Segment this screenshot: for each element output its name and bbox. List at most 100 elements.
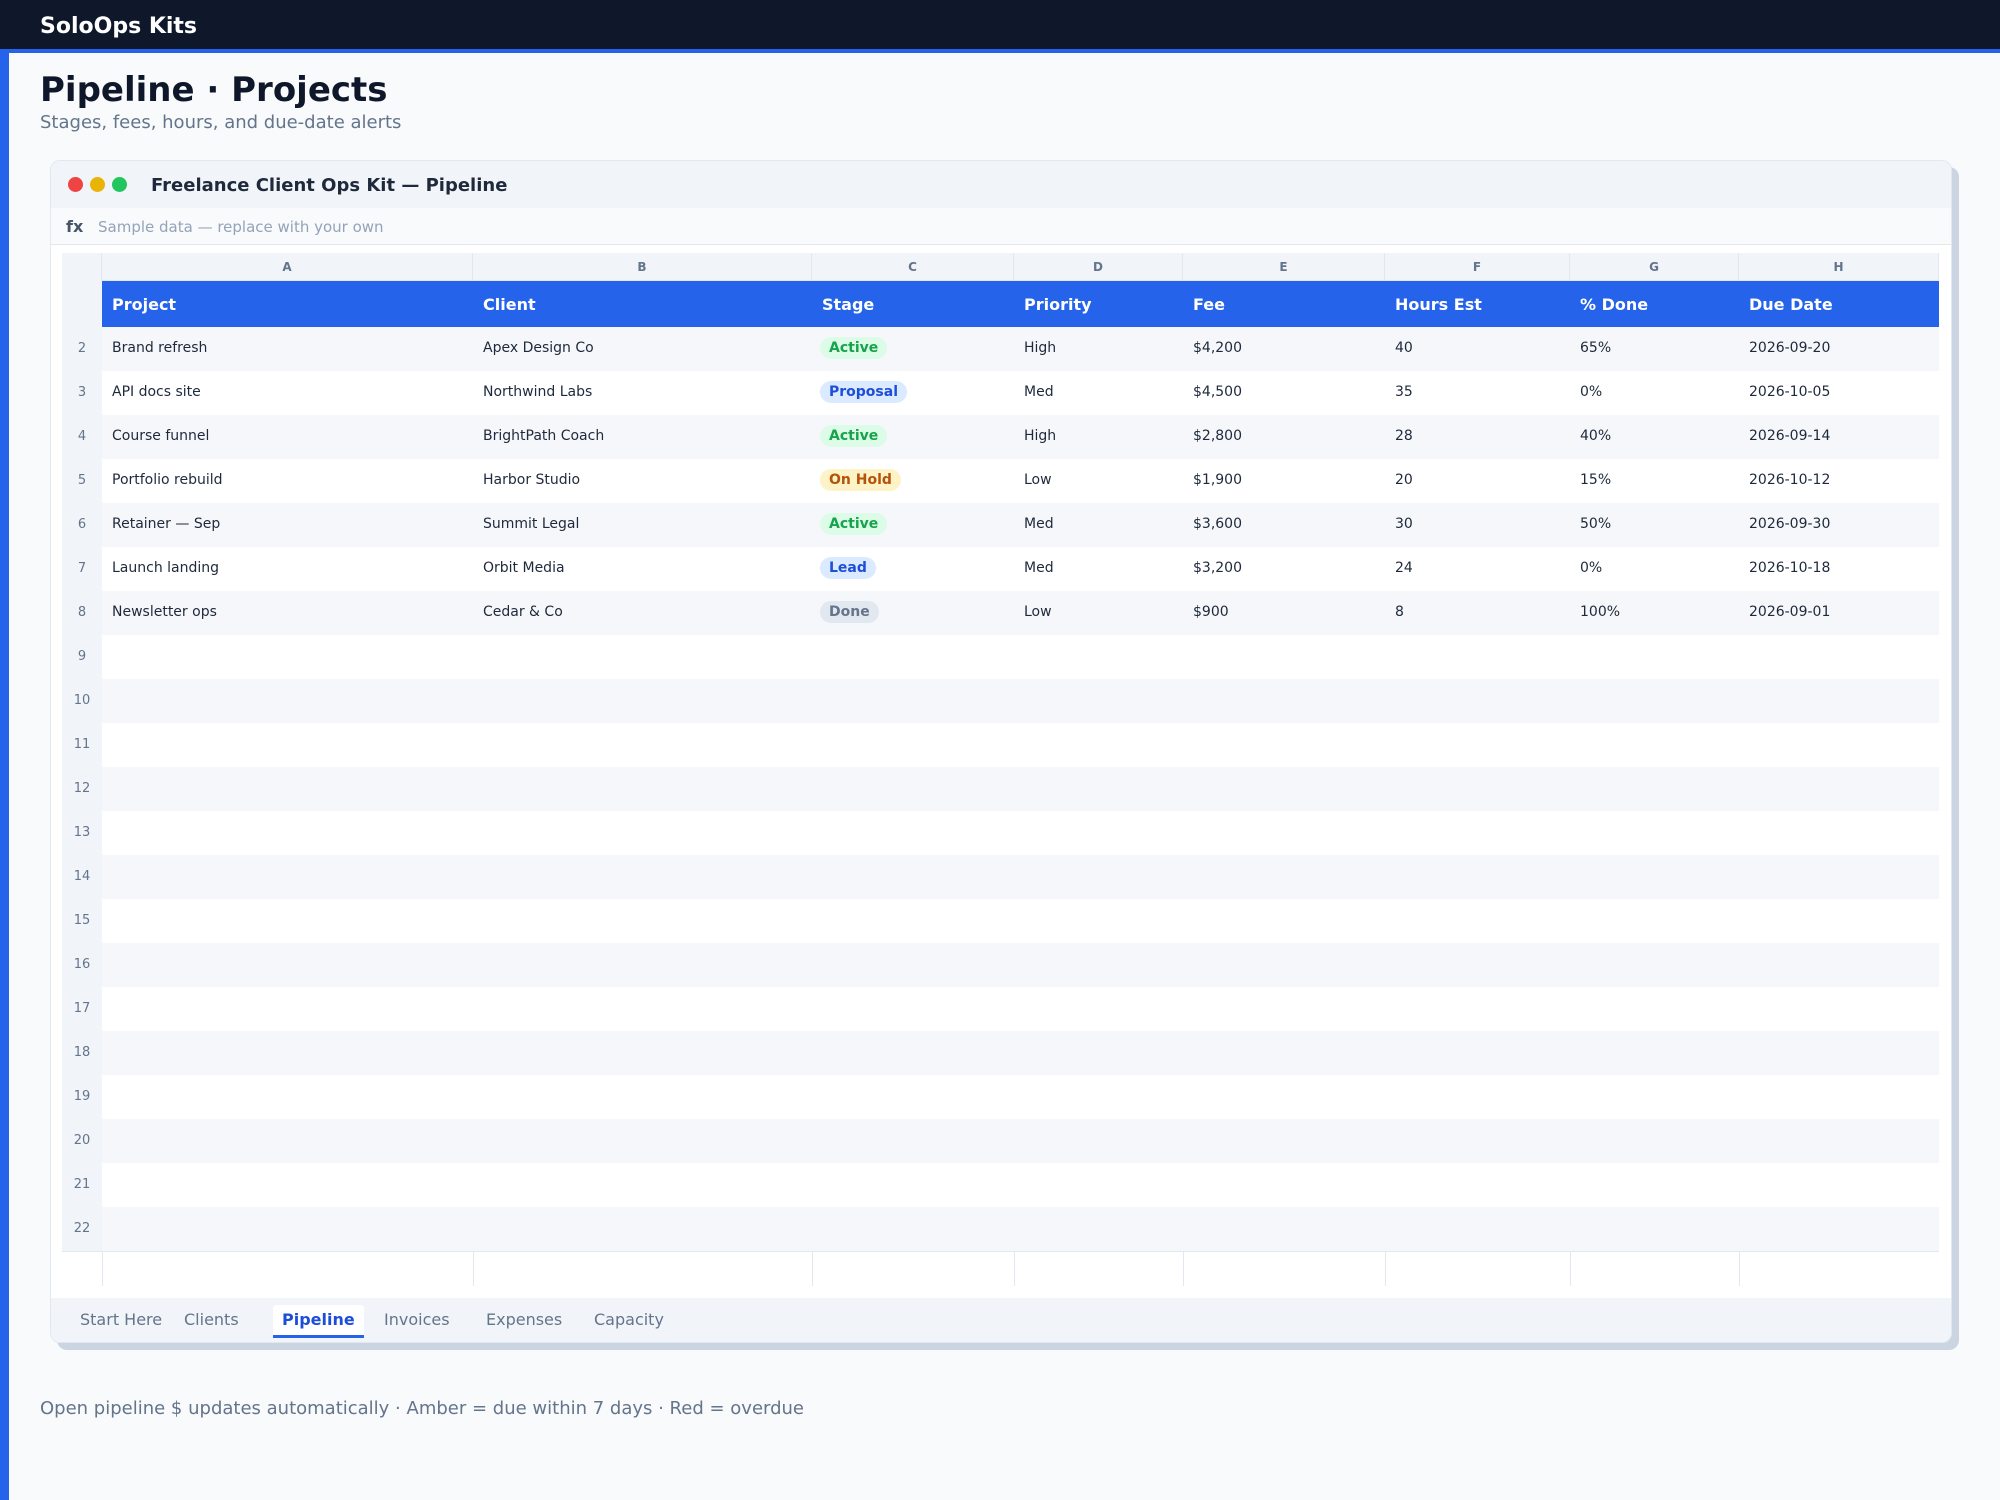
row-band[interactable] — [102, 723, 1939, 767]
row-number-1[interactable] — [62, 281, 102, 327]
column-header-a[interactable]: A — [102, 253, 473, 281]
project-cell[interactable]: Launch landing — [112, 560, 219, 576]
priority-cell[interactable]: High — [1024, 428, 1056, 444]
done-cell[interactable]: 100% — [1580, 604, 1620, 620]
fee-cell[interactable]: $3,600 — [1193, 516, 1242, 532]
row-number[interactable]: 2 — [62, 327, 102, 371]
hours-cell[interactable]: 40 — [1395, 340, 1413, 356]
fee-cell[interactable]: $1,900 — [1193, 472, 1242, 488]
row-number[interactable]: 13 — [62, 811, 102, 855]
fee-cell[interactable]: $2,800 — [1193, 428, 1242, 444]
done-cell[interactable]: 0% — [1580, 384, 1602, 400]
row-number[interactable]: 3 — [62, 371, 102, 415]
done-cell[interactable]: 40% — [1580, 428, 1611, 444]
select-all-corner[interactable] — [62, 253, 102, 281]
row-number[interactable]: 9 — [62, 635, 102, 679]
row-band[interactable] — [102, 635, 1939, 679]
priority-cell[interactable]: Med — [1024, 516, 1054, 532]
tab-expenses[interactable]: Expenses — [486, 1310, 562, 1329]
row-number[interactable]: 12 — [62, 767, 102, 811]
row-band[interactable] — [102, 1031, 1939, 1075]
row-number[interactable]: 5 — [62, 459, 102, 503]
close-window-dot-icon[interactable] — [68, 177, 83, 192]
fee-cell[interactable]: $900 — [1193, 604, 1229, 620]
header-cell-stage[interactable]: Stage — [822, 295, 874, 314]
row-band[interactable] — [102, 855, 1939, 899]
row-number[interactable]: 14 — [62, 855, 102, 899]
priority-cell[interactable]: High — [1024, 340, 1056, 356]
row-band[interactable] — [102, 1207, 1939, 1251]
stage-badge[interactable]: Active — [820, 513, 888, 535]
hours-cell[interactable]: 28 — [1395, 428, 1413, 444]
due-cell[interactable]: 2026-10-12 — [1749, 472, 1830, 488]
row-number[interactable]: 4 — [62, 415, 102, 459]
row-number[interactable]: 18 — [62, 1031, 102, 1075]
formula-text[interactable]: Sample data — replace with your own — [98, 218, 384, 236]
column-header-c[interactable]: C — [812, 253, 1014, 281]
tab-capacity[interactable]: Capacity — [594, 1310, 664, 1329]
stage-badge[interactable]: Active — [820, 425, 888, 447]
client-cell[interactable]: Harbor Studio — [483, 472, 580, 488]
row-band[interactable] — [102, 1119, 1939, 1163]
row-number[interactable]: 8 — [62, 591, 102, 635]
hours-cell[interactable]: 8 — [1395, 604, 1404, 620]
fee-cell[interactable]: $3,200 — [1193, 560, 1242, 576]
client-cell[interactable]: Northwind Labs — [483, 384, 592, 400]
row-number[interactable]: 17 — [62, 987, 102, 1031]
row-band[interactable] — [102, 899, 1939, 943]
row-number[interactable]: 22 — [62, 1207, 102, 1251]
header-cell-due-date[interactable]: Due Date — [1749, 295, 1833, 314]
client-cell[interactable]: Summit Legal — [483, 516, 579, 532]
row-number[interactable]: 16 — [62, 943, 102, 987]
tab-start-here[interactable]: Start Here — [80, 1310, 162, 1329]
due-cell[interactable]: 2026-09-20 — [1749, 340, 1830, 356]
hours-cell[interactable]: 35 — [1395, 384, 1413, 400]
due-cell[interactable]: 2026-09-14 — [1749, 428, 1830, 444]
hours-cell[interactable]: 24 — [1395, 560, 1413, 576]
fee-cell[interactable]: $4,500 — [1193, 384, 1242, 400]
hours-cell[interactable]: 30 — [1395, 516, 1413, 532]
stage-badge[interactable]: Proposal — [820, 381, 908, 403]
fee-cell[interactable]: $4,200 — [1193, 340, 1242, 356]
priority-cell[interactable]: Med — [1024, 384, 1054, 400]
row-band[interactable] — [102, 987, 1939, 1031]
column-header-h[interactable]: H — [1739, 253, 1939, 281]
tab-pipeline[interactable]: Pipeline — [273, 1305, 364, 1338]
row-band[interactable] — [102, 679, 1939, 723]
client-cell[interactable]: Cedar & Co — [483, 604, 563, 620]
header-cell-priority[interactable]: Priority — [1024, 295, 1092, 314]
maximize-window-dot-icon[interactable] — [112, 177, 127, 192]
header-cell-fee[interactable]: Fee — [1193, 295, 1225, 314]
row-number[interactable]: 20 — [62, 1119, 102, 1163]
row-number[interactable]: 15 — [62, 899, 102, 943]
formula-bar[interactable]: fx Sample data — replace with your own — [51, 208, 1951, 245]
header-cell-hours-est[interactable]: Hours Est — [1395, 295, 1482, 314]
brand-name[interactable]: SoloOps Kits — [40, 14, 197, 39]
row-band[interactable] — [102, 943, 1939, 987]
done-cell[interactable]: 65% — [1580, 340, 1611, 356]
due-cell[interactable]: 2026-09-30 — [1749, 516, 1830, 532]
stage-badge[interactable]: Lead — [820, 557, 876, 579]
client-cell[interactable]: Orbit Media — [483, 560, 565, 576]
priority-cell[interactable]: Low — [1024, 472, 1052, 488]
stage-badge[interactable]: Done — [820, 601, 879, 623]
project-cell[interactable]: Newsletter ops — [112, 604, 217, 620]
header-cell-client[interactable]: Client — [483, 295, 536, 314]
column-header-g[interactable]: G — [1570, 253, 1739, 281]
project-cell[interactable]: Retainer — Sep — [112, 516, 220, 532]
row-band[interactable] — [102, 1075, 1939, 1119]
priority-cell[interactable]: Low — [1024, 604, 1052, 620]
tab-invoices[interactable]: Invoices — [384, 1310, 450, 1329]
row-number[interactable]: 21 — [62, 1163, 102, 1207]
project-cell[interactable]: Brand refresh — [112, 340, 207, 356]
done-cell[interactable]: 0% — [1580, 560, 1602, 576]
row-number[interactable]: 6 — [62, 503, 102, 547]
row-band[interactable] — [102, 1163, 1939, 1207]
client-cell[interactable]: Apex Design Co — [483, 340, 594, 356]
column-header-e[interactable]: E — [1183, 253, 1385, 281]
hours-cell[interactable]: 20 — [1395, 472, 1413, 488]
priority-cell[interactable]: Med — [1024, 560, 1054, 576]
row-number[interactable]: 19 — [62, 1075, 102, 1119]
client-cell[interactable]: BrightPath Coach — [483, 428, 604, 444]
minimize-window-dot-icon[interactable] — [90, 177, 105, 192]
